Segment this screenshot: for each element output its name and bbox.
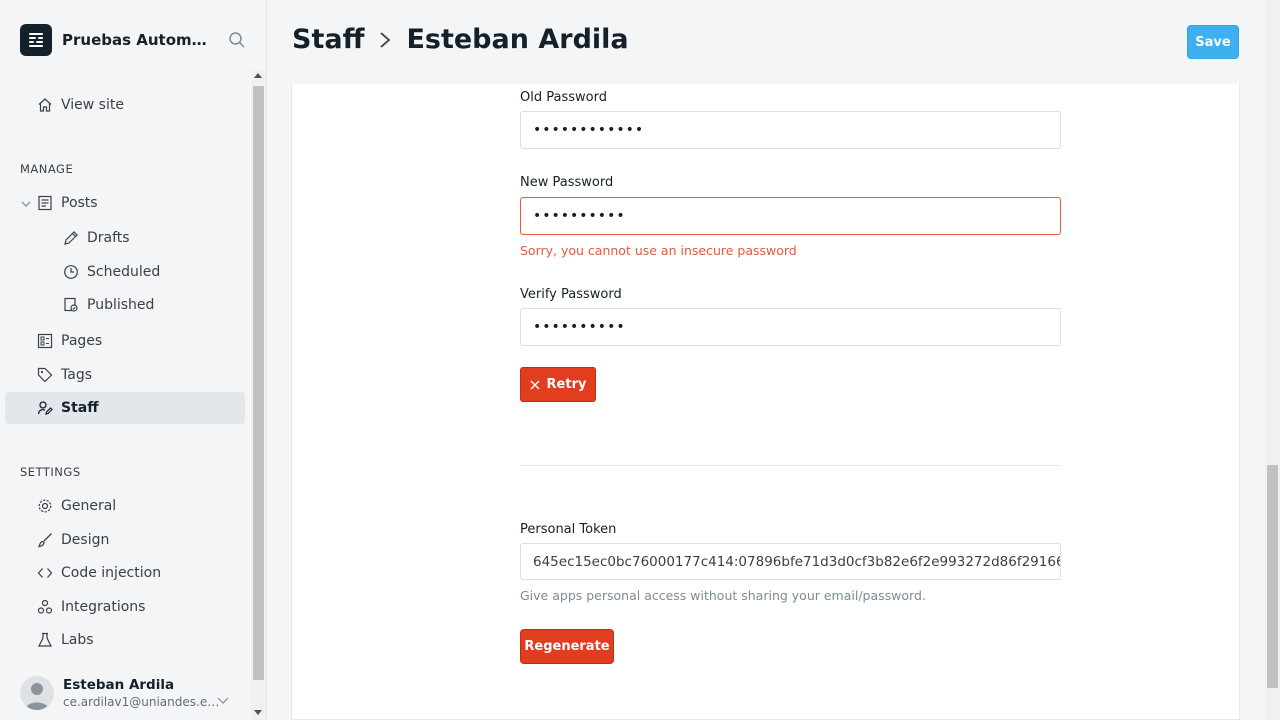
- retry-label: Retry: [546, 377, 587, 392]
- sidebar-item-label: Code injection: [61, 565, 162, 581]
- sidebar-item-staff[interactable]: Staff: [5, 392, 245, 424]
- published-icon: [63, 297, 79, 313]
- sidebar-item-drafts[interactable]: Drafts: [5, 222, 245, 254]
- staff-form-panel: Old Password •••••••••••• New Password •…: [291, 84, 1240, 720]
- sidebar-item-label: Tags: [61, 367, 92, 383]
- token-label: Personal Token: [520, 522, 617, 537]
- tag-icon: [37, 367, 53, 383]
- clock-icon: [63, 264, 79, 280]
- main-scrollbar[interactable]: [1265, 0, 1280, 720]
- sidebar-item-view-site[interactable]: View site: [5, 89, 245, 121]
- brand[interactable]: Pruebas Automati...: [20, 24, 212, 56]
- sidebar-item-label: Labs: [61, 632, 94, 648]
- flask-icon: [37, 632, 53, 648]
- sidebar-item-label: General: [61, 498, 117, 514]
- user-email: ce.ardilav1@uniandes.edu...: [63, 695, 223, 709]
- token-help-text: Give apps personal access without sharin…: [520, 588, 926, 603]
- chevron-down-icon[interactable]: [21, 197, 31, 213]
- divider: [520, 465, 1061, 466]
- sidebar-item-label: Published: [87, 297, 155, 313]
- gear-icon: [37, 498, 53, 514]
- brush-icon: [37, 532, 53, 548]
- breadcrumb: Staff Esteban Ardila: [292, 24, 629, 55]
- sidebar-item-published[interactable]: Published: [5, 289, 245, 321]
- staff-icon: [37, 400, 53, 416]
- scroll-down-arrow-icon[interactable]: [254, 710, 262, 715]
- sidebar-item-code-injection[interactable]: Code injection: [5, 557, 245, 589]
- sidebar-item-pages[interactable]: Pages: [5, 325, 245, 357]
- sidebar-item-label: Integrations: [61, 599, 146, 615]
- sidebar-scrollbar[interactable]: [251, 70, 266, 720]
- brand-name: Pruebas Automati...: [62, 31, 212, 49]
- integrations-icon: [37, 599, 53, 615]
- avatar: [20, 676, 54, 710]
- manage-heading: MANAGE: [20, 162, 74, 176]
- sidebar-item-label: Posts: [61, 195, 98, 211]
- sidebar-item-label: Pages: [61, 333, 103, 349]
- sidebar-item-integrations[interactable]: Integrations: [5, 591, 245, 623]
- user-menu[interactable]: Esteban Ardila ce.ardilav1@uniandes.edu.…: [20, 676, 223, 710]
- brand-logo: [20, 24, 52, 56]
- search-icon[interactable]: [228, 31, 246, 53]
- sidebar-item-design[interactable]: Design: [5, 524, 245, 556]
- sidebar-item-label: View site: [61, 97, 124, 113]
- breadcrumb-parent[interactable]: Staff: [292, 24, 364, 55]
- sidebar-item-tags[interactable]: Tags: [5, 359, 245, 391]
- retry-button[interactable]: Retry: [520, 367, 596, 402]
- posts-icon: [37, 195, 53, 211]
- main-content: Staff Esteban Ardila Save Old Password •…: [267, 0, 1280, 720]
- verify-password-label: Verify Password: [520, 287, 622, 302]
- pages-icon: [37, 333, 53, 349]
- personal-token-field[interactable]: 645ec15ec0bc76000177c414:07896bfe71d3d0c…: [520, 543, 1061, 580]
- settings-heading: SETTINGS: [20, 465, 81, 479]
- old-password-label: Old Password: [520, 90, 607, 105]
- new-password-error: Sorry, you cannot use an insecure passwo…: [520, 243, 797, 258]
- code-icon: [37, 565, 53, 581]
- new-password-field[interactable]: ••••••••••: [520, 197, 1061, 235]
- sidebar-item-posts[interactable]: Posts: [5, 187, 245, 219]
- sidebar-item-label: Staff: [61, 400, 99, 416]
- regenerate-button[interactable]: Regenerate: [520, 629, 614, 664]
- page-header: Staff Esteban Ardila Save: [267, 0, 1267, 84]
- pencil-icon: [63, 230, 79, 246]
- close-icon: [530, 380, 540, 389]
- sidebar-item-labs[interactable]: Labs: [5, 624, 245, 656]
- sidebar: Pruebas Automati... View site MANAGE Pos…: [0, 0, 267, 720]
- save-button[interactable]: Save: [1187, 25, 1239, 59]
- sidebar-item-label: Drafts: [87, 230, 130, 246]
- sidebar-item-scheduled[interactable]: Scheduled: [5, 256, 245, 288]
- page-title: Esteban Ardila: [406, 24, 629, 55]
- new-password-label: New Password: [520, 175, 614, 190]
- main-scroll-thumb[interactable]: [1267, 465, 1278, 688]
- verify-password-field[interactable]: ••••••••••: [520, 308, 1061, 346]
- scroll-up-arrow-icon[interactable]: [254, 73, 262, 78]
- sidebar-item-general[interactable]: General: [5, 490, 245, 522]
- home-icon: [37, 97, 53, 113]
- sidebar-item-label: Scheduled: [87, 264, 161, 280]
- user-name: Esteban Ardila: [63, 677, 175, 693]
- chevron-right-icon: [378, 30, 392, 50]
- sidebar-scroll-thumb[interactable]: [253, 86, 264, 680]
- sidebar-item-label: Design: [61, 532, 110, 548]
- chevron-down-icon[interactable]: [217, 690, 229, 709]
- old-password-field[interactable]: ••••••••••••: [520, 111, 1061, 149]
